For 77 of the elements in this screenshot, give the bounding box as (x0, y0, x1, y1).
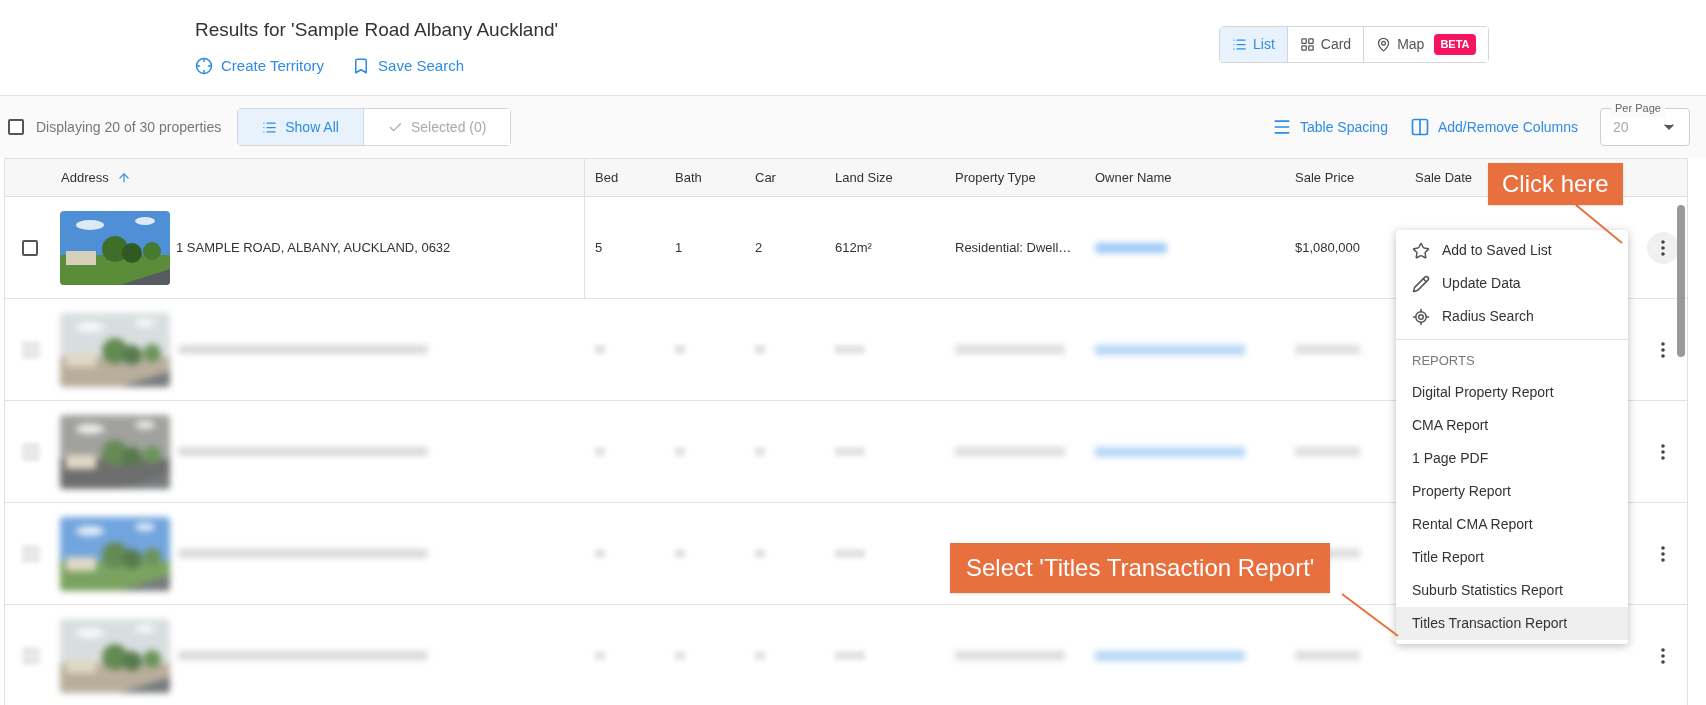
table-cell-text: 612m² (834, 238, 873, 257)
menu-item[interactable]: Suburb Statistics Report (1396, 574, 1628, 607)
more-icon (1661, 239, 1665, 256)
header-action-link[interactable]: Create Territory (195, 54, 325, 77)
blurred-cell (595, 345, 605, 354)
lines-icon (1272, 117, 1292, 137)
menu-item[interactable]: Add to Saved List (1396, 234, 1628, 267)
annotation-callout: Select 'Titles Transaction Report' (950, 543, 1331, 593)
leader-line (1340, 592, 1400, 638)
blurred-cell (675, 345, 685, 354)
menu-item[interactable]: Titles Transaction Report (1396, 607, 1628, 640)
column-header[interactable]: Land Size (835, 167, 893, 188)
results-title: Results for 'Sample Road Albany Auckland' (195, 18, 560, 42)
row-checkbox[interactable] (22, 239, 38, 256)
column-header[interactable]: Property Type (955, 167, 1036, 188)
more-icon (1661, 545, 1665, 562)
column-header[interactable]: Address (61, 167, 109, 188)
menu-item[interactable]: Title Report (1396, 541, 1628, 574)
table-cell-text: 2 (754, 238, 764, 257)
crosshair-icon (195, 56, 213, 75)
table-cell-text: 1 (674, 238, 684, 257)
blurred-cell (1295, 447, 1360, 456)
more-icon (1661, 341, 1665, 358)
columns-icon (1409, 117, 1430, 137)
blurred-cell (835, 549, 865, 558)
blurred-cell (675, 651, 685, 660)
target-icon (1412, 307, 1430, 326)
column-header[interactable]: Bed (595, 167, 619, 188)
menu-item[interactable]: Rental CMA Report (1396, 508, 1628, 541)
more-icon (1661, 443, 1665, 460)
blurred-cell (755, 345, 765, 354)
select-all-checkbox[interactable] (8, 119, 24, 135)
menu-item[interactable]: Update Data (1396, 267, 1628, 300)
blurred-cell (1295, 345, 1360, 354)
blurred-cell (835, 651, 865, 660)
menu-item[interactable]: 1 Page PDF (1396, 442, 1628, 475)
display-count: Displaying 20 of 30 properties (36, 117, 222, 137)
annotation-callout: Click here (1488, 163, 1623, 205)
grid-icon (1299, 37, 1315, 52)
column-header[interactable]: Bath (675, 167, 702, 188)
star-icon (1412, 241, 1430, 260)
blurred-cell (675, 447, 685, 456)
table-cell-text: $1,080,000 (1294, 238, 1362, 257)
blurred-cell (595, 651, 605, 660)
more-icon (1661, 647, 1665, 664)
list-icon (262, 119, 278, 135)
menu-item[interactable]: Radius Search (1396, 300, 1628, 333)
column-header[interactable]: Sale Price (1295, 167, 1355, 188)
menu-item[interactable]: Property Report (1396, 475, 1628, 508)
view-tab[interactable]: Map BETA (1363, 27, 1488, 62)
table-cell-text: Residential: Dwell… (954, 238, 1073, 257)
menu-section-label: REPORTS (1411, 352, 1476, 371)
blurred-cell (595, 447, 605, 456)
pencil-icon (1412, 274, 1430, 293)
blurred-cell (755, 447, 765, 456)
blurred-cell (755, 651, 765, 660)
column-header[interactable]: Sale Date (1415, 167, 1473, 188)
table-cell-text: 5 (594, 238, 604, 257)
scrollbar[interactable] (1677, 205, 1685, 357)
blurred-cell (755, 549, 765, 558)
address-cell-text: 1 SAMPLE ROAD, ALBANY, AUCKLAND, 0632 (176, 238, 451, 257)
menu-item[interactable]: CMA Report (1396, 409, 1628, 442)
column-header[interactable]: Car (755, 167, 776, 188)
map-pin-icon (1376, 37, 1392, 52)
blurred-cell (835, 345, 865, 354)
blurred-cell (835, 447, 865, 456)
column-header[interactable]: Owner Name (1095, 167, 1172, 188)
blurred-cell (595, 549, 605, 558)
beta-badge: BETA (1434, 34, 1476, 55)
blurred-cell (675, 549, 685, 558)
leader-line (1574, 203, 1624, 245)
list-icon (1232, 37, 1247, 52)
menu-item[interactable]: Digital Property Report (1396, 376, 1628, 409)
per-page-value: 20 (1613, 117, 1629, 137)
row-menu-button[interactable] (1647, 231, 1679, 264)
blurred-cell (1295, 651, 1360, 660)
header-action-link[interactable]: Save Search (352, 54, 464, 77)
